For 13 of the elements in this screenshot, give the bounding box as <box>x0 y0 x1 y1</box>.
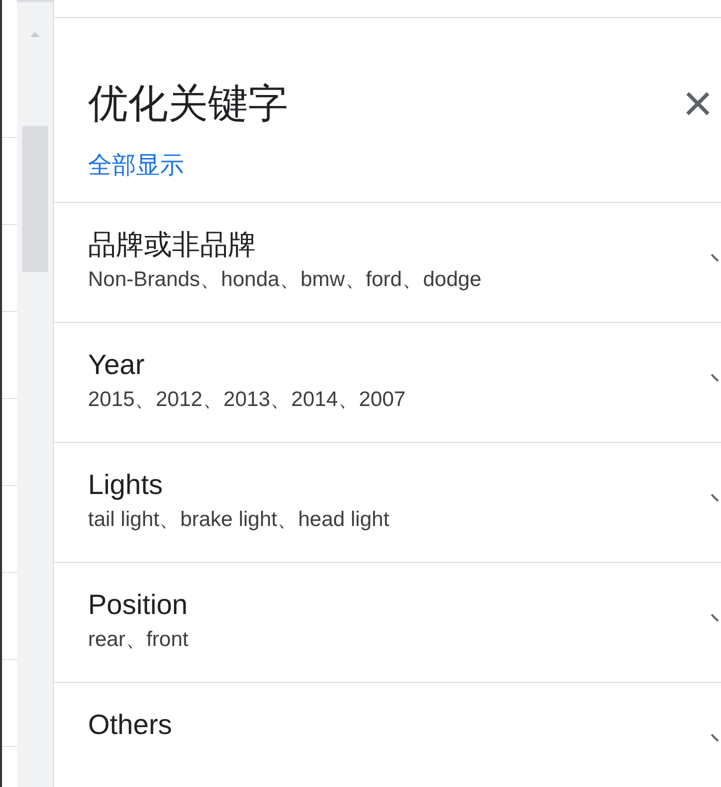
keyword-values: rear、front <box>88 627 188 653</box>
keyword-group-title: Others <box>88 708 172 742</box>
keyword-group-title: Lights <box>88 468 164 502</box>
keyword-values: tail light、brake light、head light <box>88 507 390 533</box>
scrollbar[interactable] <box>17 0 54 787</box>
keyword-values: Non-Brands、honda、bmw、ford、dodge <box>88 267 482 293</box>
keyword-group-title: 品牌或非品牌 <box>88 228 257 262</box>
show-all-link[interactable]: 全部显示 <box>88 150 184 182</box>
panel-title: 优化关键字 <box>88 81 288 128</box>
close-button[interactable]: × <box>682 84 713 124</box>
keyword-group-title: Position <box>88 588 188 622</box>
keyword-values: 2015、2012、2013、2014、2007 <box>88 387 406 413</box>
keyword-group-title: Year <box>88 348 146 382</box>
